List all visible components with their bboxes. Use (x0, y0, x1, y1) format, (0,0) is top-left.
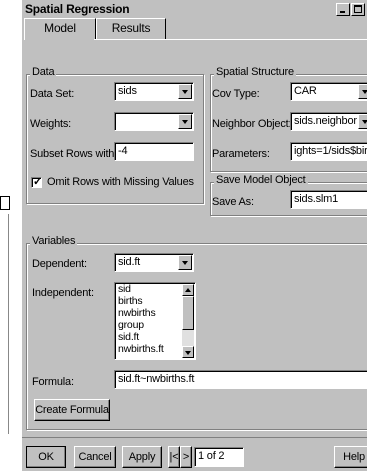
list-item[interactable]: nwbirths (118, 307, 156, 319)
list-item[interactable]: group (118, 319, 144, 331)
prev-page-icon: |< (169, 451, 179, 463)
footer-divider (22, 437, 367, 438)
omit-missing-checkbox[interactable]: ✓ (31, 176, 43, 188)
independent-label: Independent: (32, 287, 94, 299)
list-item[interactable]: nwbirths.ft (118, 343, 164, 355)
page-prev-button[interactable]: |< (168, 446, 180, 468)
page-indicator: 1 of 2 (194, 447, 244, 467)
tab-results[interactable]: Results (96, 18, 166, 39)
checkmark-icon: ✓ (33, 176, 43, 188)
title-bar: Spatial Regression (22, 0, 367, 18)
background-window-edge (0, 214, 9, 434)
weights-label: Weights: (30, 118, 71, 130)
data-group-title: Data (30, 66, 57, 78)
formula-input[interactable]: sid.ft~nwbirths.ft (114, 370, 367, 389)
data-set-dropdown[interactable]: sids (114, 82, 194, 101)
chevron-up-icon (185, 288, 191, 292)
independent-listbox[interactable]: sid births nwbirths group sid.ft nwbirth… (114, 282, 196, 360)
neighbor-object-label: Neighbor Object: (212, 118, 292, 130)
chevron-down-icon[interactable] (178, 114, 192, 129)
page-next-button[interactable]: > (180, 446, 192, 468)
spatial-regression-dialog: Spatial Regression Model Results Data Da… (22, 0, 367, 471)
scroll-thumb[interactable] (182, 296, 194, 330)
parameters-input[interactable]: ights=1/sids$births (290, 142, 367, 161)
chevron-down-icon[interactable] (358, 114, 367, 129)
save-model-title: Save Model Object (214, 174, 308, 186)
cov-type-dropdown[interactable]: CAR (290, 82, 367, 101)
neighbor-object-dropdown[interactable]: sids.neighbor (290, 112, 367, 131)
help-button[interactable]: Help (334, 446, 367, 468)
next-page-icon: > (182, 451, 190, 463)
background-window-fragment (0, 196, 10, 210)
parameters-label: Parameters: (212, 148, 270, 160)
spatial-structure-title: Spatial Structure (214, 66, 296, 78)
formula-label: Formula: (32, 376, 74, 388)
subset-rows-label: Subset Rows with: (30, 148, 118, 160)
minimize-icon (340, 11, 345, 13)
minimize-button[interactable] (336, 3, 350, 16)
listbox-scrollbar[interactable] (182, 284, 194, 358)
ok-button[interactable]: OK (26, 446, 66, 468)
list-item[interactable]: sid (118, 283, 131, 295)
save-as-input[interactable]: sids.slm1 (290, 190, 367, 209)
tab-model[interactable]: Model (24, 18, 96, 40)
maximize-icon (354, 5, 362, 13)
apply-button[interactable]: Apply (122, 446, 162, 468)
create-formula-button[interactable]: Create Formula (34, 399, 110, 421)
variables-title: Variables (30, 235, 78, 247)
omit-missing-label: Omit Rows with Missing Values (47, 176, 194, 188)
dependent-dropdown[interactable]: sid.ft (114, 253, 194, 272)
cov-type-label: Cov Type: (212, 88, 260, 100)
tab-divider (94, 39, 367, 40)
list-item[interactable]: births (118, 295, 143, 307)
chevron-down-icon[interactable] (178, 255, 192, 270)
window-title: Spatial Regression (25, 2, 130, 16)
save-as-label: Save As: (212, 196, 254, 208)
chevron-down-icon (185, 351, 191, 355)
data-set-label: Data Set: (30, 88, 75, 100)
subset-rows-input[interactable]: -4 (114, 142, 194, 161)
dependent-label: Dependent: (32, 258, 87, 270)
maximize-button[interactable] (351, 3, 365, 16)
scroll-down-button[interactable] (182, 346, 194, 358)
background-window (0, 0, 22, 471)
list-item[interactable]: sid.ft (118, 331, 139, 343)
weights-dropdown[interactable] (114, 112, 194, 131)
chevron-down-icon[interactable] (178, 84, 192, 99)
scroll-up-button[interactable] (182, 284, 194, 296)
cancel-button[interactable]: Cancel (74, 446, 116, 468)
chevron-down-icon[interactable] (358, 84, 367, 99)
